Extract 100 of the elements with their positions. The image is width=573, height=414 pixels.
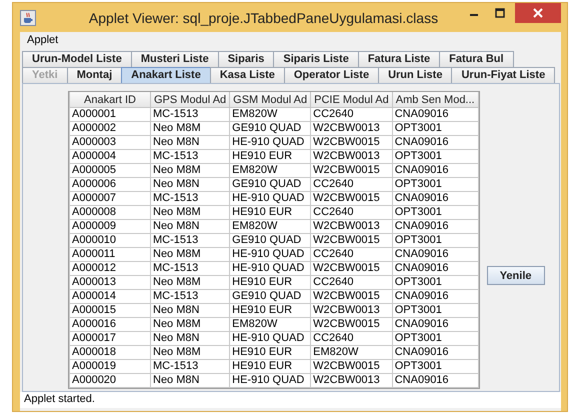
table-cell: Neo M8N <box>150 220 230 234</box>
table-cell: MC-1513 <box>150 262 230 276</box>
table-cell: CNA09016 <box>392 220 478 234</box>
tab[interactable]: Montaj <box>66 67 122 83</box>
close-button[interactable] <box>515 3 561 23</box>
table-cell: OPT3001 <box>392 150 478 164</box>
table-cell: CNA09016 <box>392 290 478 304</box>
table-cell: W2CBW0015 <box>310 262 392 276</box>
table-cell: MC-1513 <box>150 360 230 374</box>
table-cell: A000016 <box>70 318 150 332</box>
table-cell: MC-1513 <box>150 290 230 304</box>
table-cell: CNA09016 <box>392 374 478 388</box>
table-cell: W2CBW0015 <box>310 136 392 150</box>
table-cell: A000003 <box>70 136 150 150</box>
table-cell: A000015 <box>70 304 150 318</box>
table-cell: OPT3001 <box>392 122 478 136</box>
table-cell: HE910 EUR <box>230 360 311 374</box>
table-cell: A000012 <box>70 262 150 276</box>
table-cell: A000009 <box>70 220 150 234</box>
column-header[interactable]: PCIE Modul Ad <box>310 92 392 108</box>
table-cell: CC2640 <box>310 248 392 262</box>
table-cell: HE-910 QUAD <box>230 262 311 276</box>
column-header[interactable]: Anakart ID <box>70 92 150 108</box>
tab[interactable]: Urun-Fiyat Liste <box>451 67 556 83</box>
table-cell: HE910 EUR <box>230 150 311 164</box>
table-cell: Neo M8N <box>150 332 230 346</box>
column-header[interactable]: GPS Modul Ad <box>150 92 230 108</box>
table-cell: CNA09016 <box>392 262 478 276</box>
table-cell: OPT3001 <box>392 276 478 290</box>
table-cell: GE910 QUAD <box>230 290 311 304</box>
table-cell: HE910 EUR <box>230 346 311 360</box>
table-cell: W2CBW0015 <box>310 318 392 332</box>
table-cell: CNA09016 <box>392 346 478 360</box>
table-cell: HE910 EUR <box>230 304 311 318</box>
table-cell: Neo M8M <box>150 318 230 332</box>
tab[interactable]: Anakart Liste <box>121 67 211 83</box>
table-cell: A000007 <box>70 192 150 206</box>
table-cell: W2CBW0015 <box>310 234 392 248</box>
table-cell: CC2640 <box>310 276 392 290</box>
table-cell: A000002 <box>70 122 150 136</box>
tab[interactable]: Urun-Model Liste <box>22 51 132 67</box>
tab[interactable]: Urun Liste <box>378 67 452 83</box>
table-cell: CNA09016 <box>392 248 478 262</box>
table-cell: A000018 <box>70 346 150 360</box>
table-cell: OPT3001 <box>392 332 478 346</box>
table-cell: A000020 <box>70 374 150 388</box>
table-cell: OPT3001 <box>392 206 478 220</box>
window-title: Applet Viewer: sql_proje.JTabbedPaneUygulamasi.class <box>88 10 440 26</box>
table-cell: Neo M8M <box>150 122 230 136</box>
table-cell: OPT3001 <box>392 178 478 192</box>
table-cell: Neo M8M <box>150 276 230 290</box>
table-cell: GE910 QUAD <box>230 122 311 136</box>
table-cell: MC-1513 <box>150 150 230 164</box>
table-cell: GE910 QUAD <box>230 234 311 248</box>
table-cell: EM820W <box>230 164 311 178</box>
tab[interactable]: Kasa Liste <box>210 67 285 83</box>
tab[interactable]: Siparis <box>218 51 274 67</box>
table-cell: EM820W <box>230 318 311 332</box>
table-cell: W2CBW0015 <box>310 164 392 178</box>
table-cell: Neo M8N <box>150 178 230 192</box>
table-cell: CC2640 <box>310 178 392 192</box>
cup-icon <box>20 10 36 26</box>
table-cell: Neo M8N <box>150 374 230 388</box>
table-cell: EM820W <box>230 220 311 234</box>
table-cell: A000004 <box>70 150 150 164</box>
tab[interactable]: Fatura Bul <box>439 51 514 67</box>
table-cell: Neo M8M <box>150 346 230 360</box>
close-icon <box>533 8 543 18</box>
table-cell: A000008 <box>70 206 150 220</box>
menu-item[interactable]: Applet <box>25 34 60 46</box>
table-cell: Neo M8M <box>150 164 230 178</box>
table-cell: EM820W <box>230 108 311 122</box>
refresh-button[interactable]: Yenile <box>486 266 545 285</box>
table-cell: A000019 <box>70 360 150 374</box>
tab[interactable]: Musteri Liste <box>130 51 219 67</box>
table-cell: HE-910 QUAD <box>230 374 311 388</box>
table-cell: CNA09016 <box>392 108 478 122</box>
table-cell: W2CBW0013 <box>310 304 392 318</box>
tab[interactable]: Fatura Liste <box>358 51 440 67</box>
table-cell: Neo M8M <box>150 248 230 262</box>
tab[interactable]: Operator Liste <box>284 67 380 83</box>
table-cell: EM820W <box>310 346 392 360</box>
table-cell: W2CBW0013 <box>310 220 392 234</box>
table-cell: W2CBW0015 <box>310 192 392 206</box>
table-cell: A000011 <box>70 248 150 262</box>
table-cell: CNA09016 <box>392 192 478 206</box>
table-cell: HE-910 QUAD <box>230 248 311 262</box>
table-cell: HE-910 QUAD <box>230 192 311 206</box>
table-cell: HE910 EUR <box>230 276 311 290</box>
tab[interactable]: Siparis Liste <box>273 51 359 67</box>
table-cell: A000010 <box>70 234 150 248</box>
column-header[interactable]: GSM Modul Ad <box>230 92 311 108</box>
table-cell: CNA09016 <box>392 136 478 150</box>
table-cell: HE-910 QUAD <box>230 136 311 150</box>
table-cell: W2CBW0013 <box>310 374 392 388</box>
maximize-icon <box>495 8 505 18</box>
table-cell: W2CBW0013 <box>310 122 392 136</box>
table-cell: CC2640 <box>310 332 392 346</box>
table-cell: MC-1513 <box>150 108 230 122</box>
column-header[interactable]: Amb Sen Mod... <box>392 92 478 108</box>
